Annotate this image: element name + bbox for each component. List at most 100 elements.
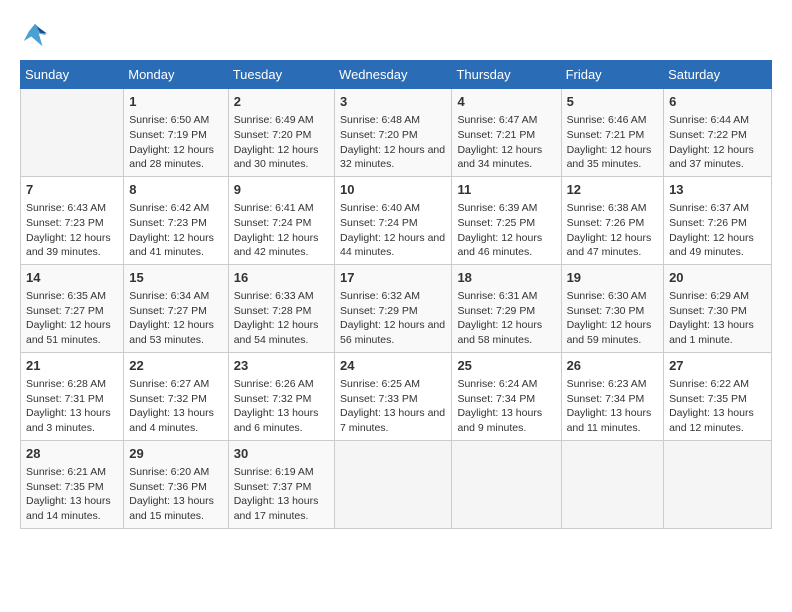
sunset-text: Sunset: 7:28 PM — [234, 305, 312, 317]
day-number: 23 — [234, 357, 329, 375]
calendar-cell: 14Sunrise: 6:35 AMSunset: 7:27 PMDayligh… — [21, 264, 124, 352]
daylight-text: Daylight: 12 hours and 35 minutes. — [567, 144, 652, 171]
calendar-week-row: 14Sunrise: 6:35 AMSunset: 7:27 PMDayligh… — [21, 264, 772, 352]
calendar-cell: 17Sunrise: 6:32 AMSunset: 7:29 PMDayligh… — [335, 264, 452, 352]
daylight-text: Daylight: 13 hours and 9 minutes. — [457, 407, 542, 434]
calendar-cell: 11Sunrise: 6:39 AMSunset: 7:25 PMDayligh… — [452, 176, 561, 264]
sunrise-text: Sunrise: 6:44 AM — [669, 114, 749, 126]
calendar-cell: 23Sunrise: 6:26 AMSunset: 7:32 PMDayligh… — [228, 352, 334, 440]
sunrise-text: Sunrise: 6:28 AM — [26, 378, 106, 390]
calendar-cell: 21Sunrise: 6:28 AMSunset: 7:31 PMDayligh… — [21, 352, 124, 440]
day-number: 19 — [567, 269, 659, 287]
daylight-text: Daylight: 13 hours and 12 minutes. — [669, 407, 754, 434]
sunrise-text: Sunrise: 6:34 AM — [129, 290, 209, 302]
day-number: 16 — [234, 269, 329, 287]
day-number: 6 — [669, 93, 766, 111]
sunset-text: Sunset: 7:24 PM — [234, 217, 312, 229]
calendar-cell: 1 Sunrise: 6:50 AM Sunset: 7:19 PM Daylight… — [124, 89, 228, 177]
sunset-text: Sunset: 7:26 PM — [567, 217, 645, 229]
day-number: 13 — [669, 181, 766, 199]
weekday-header-friday: Friday — [561, 61, 664, 89]
sunrise-text: Sunrise: 6:32 AM — [340, 290, 420, 302]
sunrise-text: Sunrise: 6:40 AM — [340, 202, 420, 214]
sunrise-text: Sunrise: 6:50 AM — [129, 114, 209, 126]
sunset-text: Sunset: 7:24 PM — [340, 217, 418, 229]
logo — [20, 20, 54, 50]
day-number: 7 — [26, 181, 118, 199]
sunset-text: Sunset: 7:32 PM — [129, 393, 207, 405]
calendar-cell — [664, 440, 772, 528]
sunset-text: Sunset: 7:26 PM — [669, 217, 747, 229]
sunset-text: Sunset: 7:19 PM — [129, 129, 207, 141]
sunrise-text: Sunrise: 6:49 AM — [234, 114, 314, 126]
sunset-text: Sunset: 7:32 PM — [234, 393, 312, 405]
calendar-cell: 20 Sunrise: 6:29 AM Sunset: 7:30 PM Dayligh… — [664, 264, 772, 352]
day-number: 3 — [340, 93, 446, 111]
daylight-text: Daylight: 12 hours and 28 minutes. — [129, 144, 214, 171]
day-number: 17 — [340, 269, 446, 287]
day-number: 12 — [567, 181, 659, 199]
calendar-cell: 15Sunrise: 6:34 AMSunset: 7:27 PMDayligh… — [124, 264, 228, 352]
calendar-cell: 6Sunrise: 6:44 AMSunset: 7:22 PMDaylight… — [664, 89, 772, 177]
daylight-text: Daylight: 12 hours and 53 minutes. — [129, 319, 214, 346]
daylight-text: Daylight: 12 hours and 49 minutes. — [669, 232, 754, 259]
sunrise-text: Sunrise: 6:39 AM — [457, 202, 537, 214]
sunrise-text: Sunrise: 6:22 AM — [669, 378, 749, 390]
sunset-text: Sunset: 7:34 PM — [457, 393, 535, 405]
weekday-header-wednesday: Wednesday — [335, 61, 452, 89]
calendar-cell: 9Sunrise: 6:41 AMSunset: 7:24 PMDaylight… — [228, 176, 334, 264]
sunset-text: Sunset: 7:35 PM — [669, 393, 747, 405]
daylight-text: Daylight: 13 hours and 11 minutes. — [567, 407, 652, 434]
sunset-text: Sunset: 7:30 PM — [669, 305, 747, 317]
day-number: 28 — [26, 445, 118, 463]
daylight-text: Daylight: 12 hours and 51 minutes. — [26, 319, 111, 346]
day-number: 1 — [129, 93, 222, 111]
daylight-text: Daylight: 12 hours and 34 minutes. — [457, 144, 542, 171]
day-number: 25 — [457, 357, 555, 375]
weekday-header-thursday: Thursday — [452, 61, 561, 89]
calendar-cell: 27Sunrise: 6:22 AMSunset: 7:35 PMDayligh… — [664, 352, 772, 440]
day-number: 20 — [669, 269, 766, 287]
sunset-text: Sunset: 7:21 PM — [457, 129, 535, 141]
daylight-text: Daylight: 12 hours and 41 minutes. — [129, 232, 214, 259]
calendar-cell: 10Sunrise: 6:40 AMSunset: 7:24 PMDayligh… — [335, 176, 452, 264]
calendar-cell: 13 Sunrise: 6:37 AM Sunset: 7:26 PM Dayligh… — [664, 176, 772, 264]
day-number: 2 — [234, 93, 329, 111]
sunrise-text: Sunrise: 6:30 AM — [567, 290, 647, 302]
calendar-header-row: SundayMondayTuesdayWednesdayThursdayFrid… — [21, 61, 772, 89]
calendar-cell: 8Sunrise: 6:42 AMSunset: 7:23 PMDaylight… — [124, 176, 228, 264]
calendar-cell — [21, 89, 124, 177]
sunset-text: Sunset: 7:20 PM — [234, 129, 312, 141]
daylight-text: Daylight: 12 hours and 59 minutes. — [567, 319, 652, 346]
daylight-text: Daylight: 13 hours and 1 minute. — [669, 319, 754, 346]
calendar-cell: 26Sunrise: 6:23 AMSunset: 7:34 PMDayligh… — [561, 352, 664, 440]
calendar-week-row: 21Sunrise: 6:28 AMSunset: 7:31 PMDayligh… — [21, 352, 772, 440]
sunrise-text: Sunrise: 6:38 AM — [567, 202, 647, 214]
sunset-text: Sunset: 7:25 PM — [457, 217, 535, 229]
sunset-text: Sunset: 7:36 PM — [129, 481, 207, 493]
sunrise-text: Sunrise: 6:20 AM — [129, 466, 209, 478]
sunrise-text: Sunrise: 6:29 AM — [669, 290, 749, 302]
daylight-text: Daylight: 12 hours and 56 minutes. — [340, 319, 445, 346]
calendar-week-row: 7Sunrise: 6:43 AMSunset: 7:23 PMDaylight… — [21, 176, 772, 264]
calendar-cell — [561, 440, 664, 528]
sunset-text: Sunset: 7:22 PM — [669, 129, 747, 141]
daylight-text: Daylight: 12 hours and 47 minutes. — [567, 232, 652, 259]
sunrise-text: Sunrise: 6:37 AM — [669, 202, 749, 214]
sunset-text: Sunset: 7:33 PM — [340, 393, 418, 405]
sunrise-text: Sunrise: 6:26 AM — [234, 378, 314, 390]
daylight-text: Daylight: 12 hours and 30 minutes. — [234, 144, 319, 171]
daylight-text: Daylight: 13 hours and 4 minutes. — [129, 407, 214, 434]
day-number: 10 — [340, 181, 446, 199]
sunset-text: Sunset: 7:20 PM — [340, 129, 418, 141]
day-number: 30 — [234, 445, 329, 463]
calendar-cell: 19 Sunrise: 6:30 AM Sunset: 7:30 PM Dayligh… — [561, 264, 664, 352]
daylight-text: Daylight: 13 hours and 15 minutes. — [129, 495, 214, 522]
calendar-cell: 29Sunrise: 6:20 AMSunset: 7:36 PMDayligh… — [124, 440, 228, 528]
sunset-text: Sunset: 7:27 PM — [129, 305, 207, 317]
sunrise-text: Sunrise: 6:24 AM — [457, 378, 537, 390]
sunrise-text: Sunrise: 6:31 AM — [457, 290, 537, 302]
sunset-text: Sunset: 7:30 PM — [567, 305, 645, 317]
sunrise-text: Sunrise: 6:21 AM — [26, 466, 106, 478]
calendar-cell: 30Sunrise: 6:19 AMSunset: 7:37 PMDayligh… — [228, 440, 334, 528]
